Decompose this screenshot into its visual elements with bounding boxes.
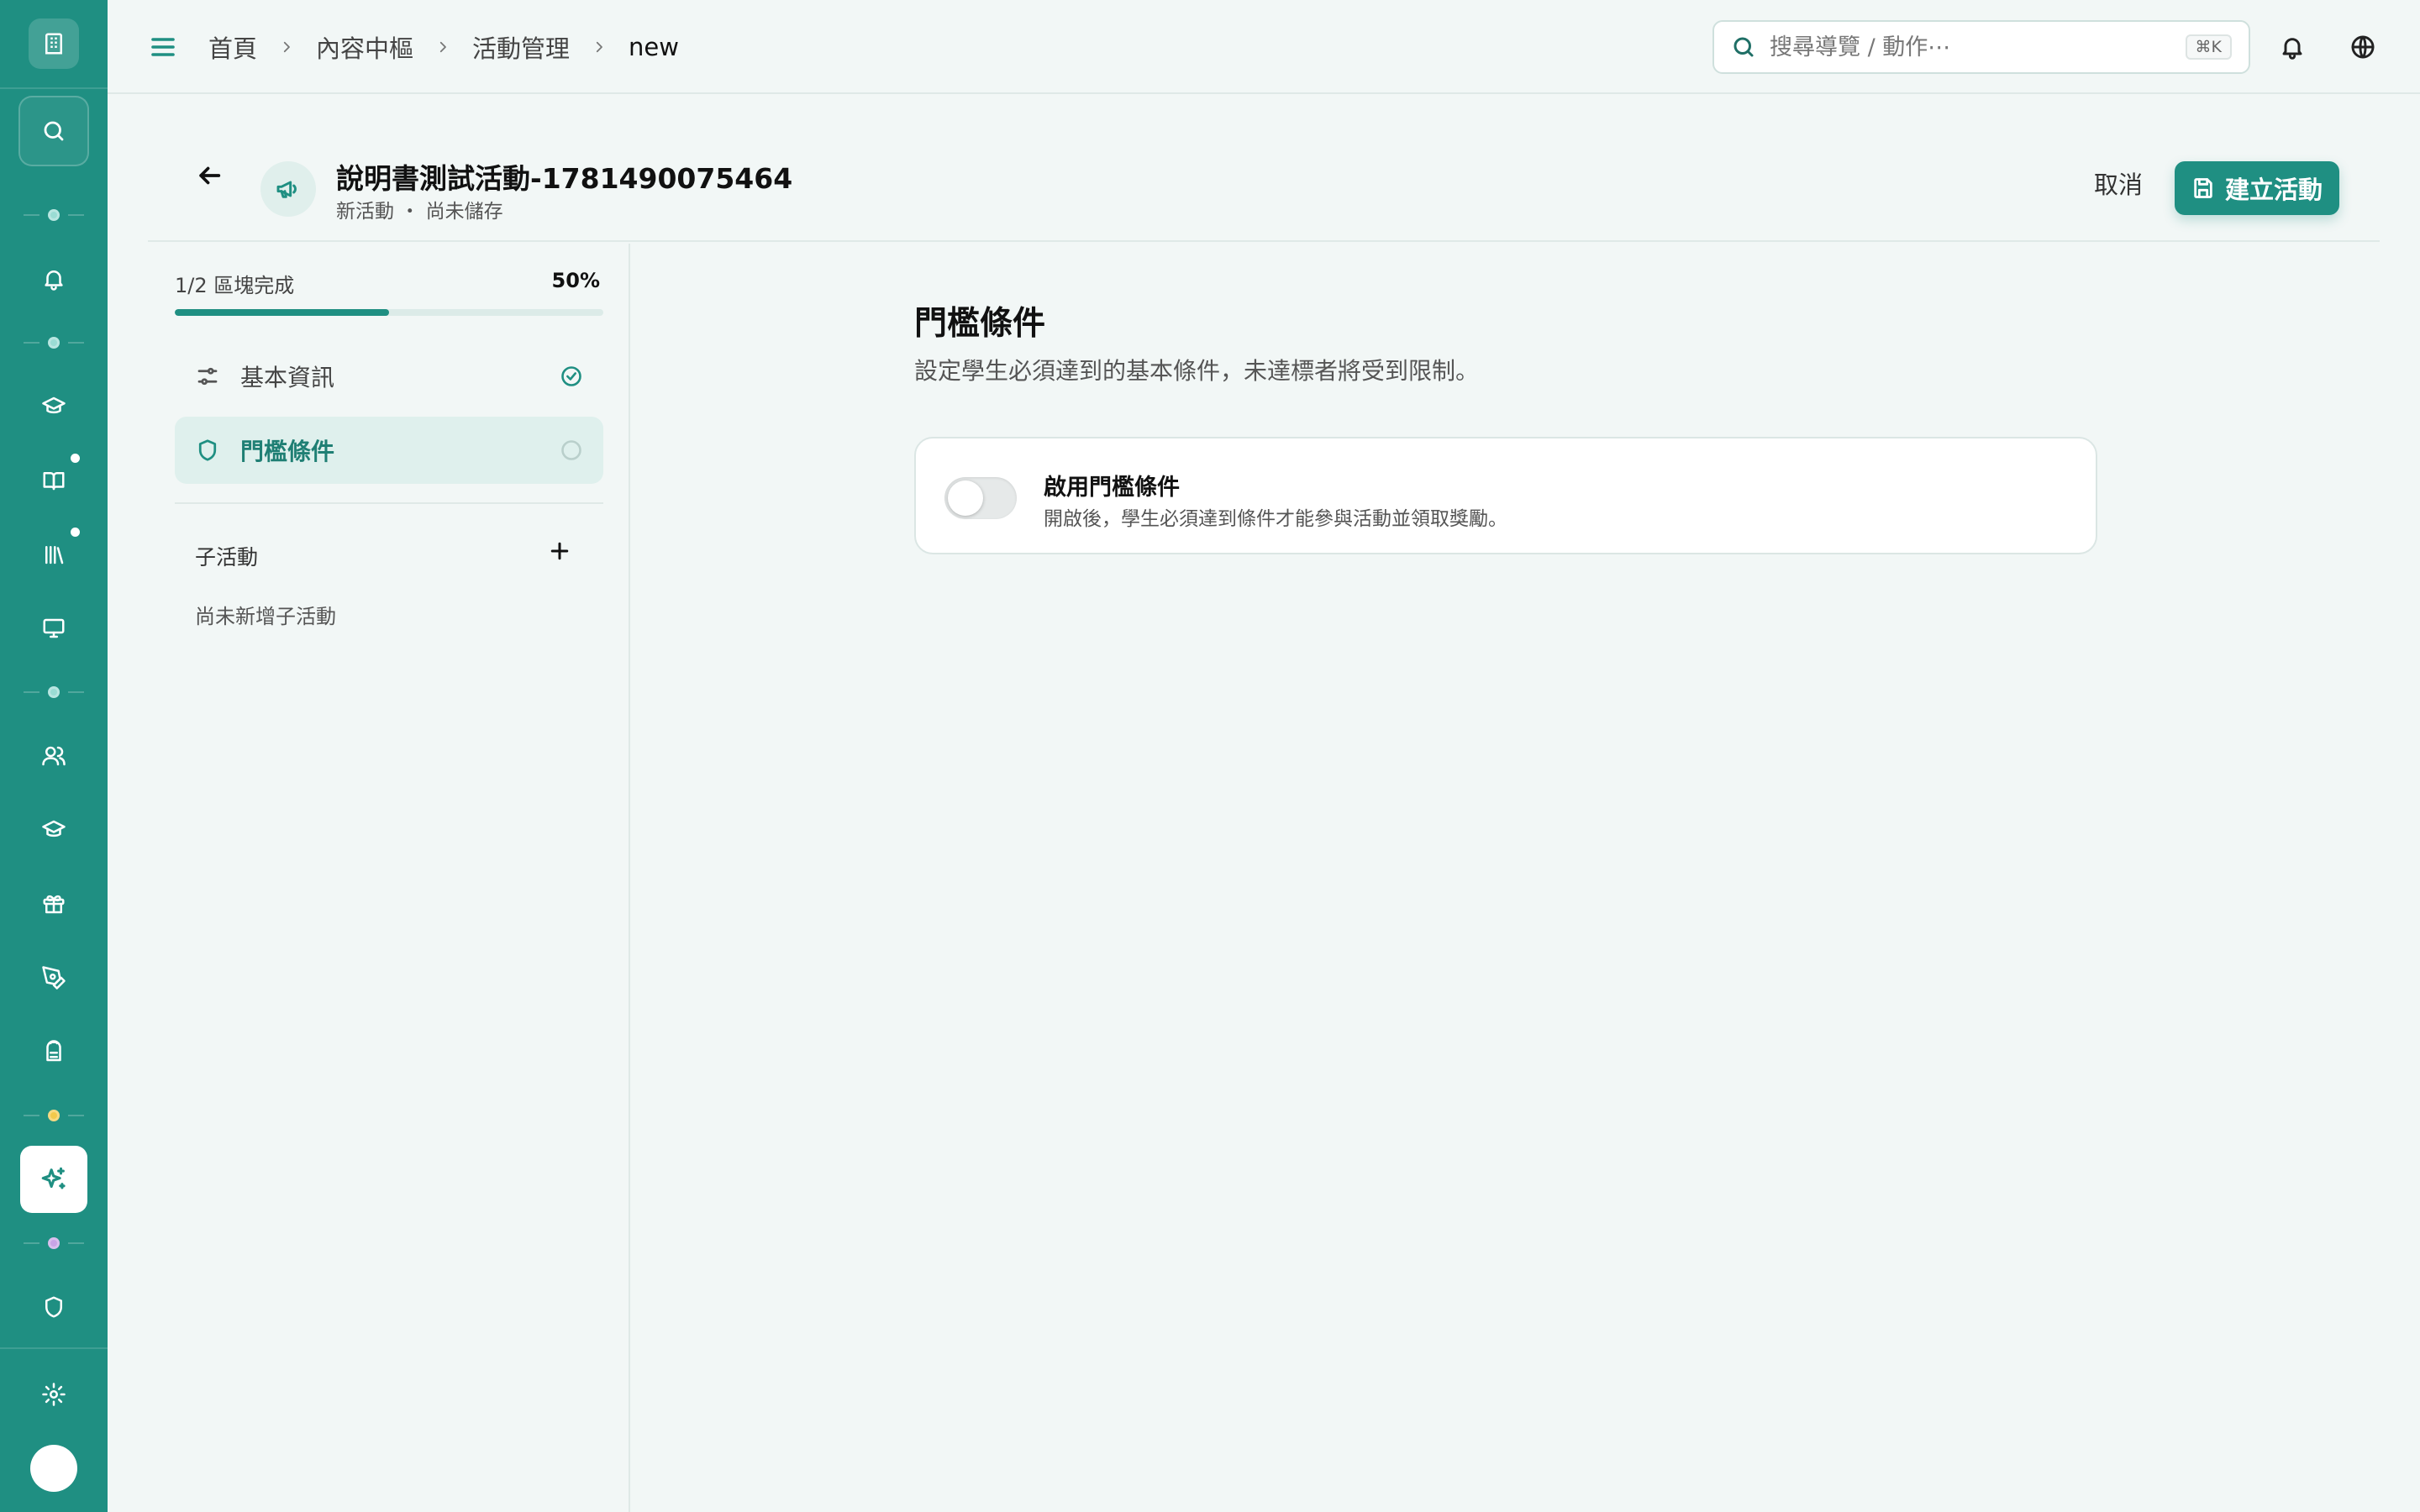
breadcrumb: 首頁 內容中樞 活動管理 new bbox=[208, 0, 679, 94]
enable-threshold-toggle[interactable] bbox=[944, 477, 1017, 519]
sparkles-icon[interactable] bbox=[20, 1146, 87, 1213]
progress-label: 1/2 區塊完成 bbox=[175, 274, 295, 297]
rail-divider bbox=[0, 87, 108, 89]
rail-separator bbox=[24, 685, 84, 699]
toggle-label: 啟用門檻條件 bbox=[1044, 475, 1180, 501]
section-panel: 1/2 區塊完成 50% 基本資訊 門檻條件 子活動 尚未新增子活動 bbox=[148, 244, 630, 1512]
section-description: 設定學生必須達到的基本條件，未達標者將受到限制。 bbox=[914, 357, 1480, 385]
add-sub-activity-button[interactable] bbox=[543, 534, 576, 568]
menu-icon[interactable] bbox=[148, 32, 178, 62]
section-item-label: 門檻條件 bbox=[240, 438, 335, 465]
book-open-icon[interactable] bbox=[0, 464, 108, 497]
pen-tool-icon[interactable] bbox=[0, 961, 108, 995]
users-icon[interactable] bbox=[0, 739, 108, 773]
toggle-knob bbox=[948, 480, 983, 516]
page-header: 說明書測試活動-1781490075464 新活動 ・ 尚未儲存 取消 建立活動 bbox=[148, 94, 2380, 242]
rail-separator bbox=[24, 1236, 84, 1250]
page-title: 說明書測試活動-1781490075464 bbox=[336, 162, 793, 195]
sub-activities-empty-text: 尚未新增子活動 bbox=[195, 605, 336, 628]
megaphone-icon bbox=[260, 161, 316, 217]
rail-separator bbox=[24, 336, 84, 349]
plus-icon bbox=[550, 542, 569, 560]
section-title: 門檻條件 bbox=[914, 305, 1046, 343]
avatar[interactable] bbox=[30, 1445, 77, 1492]
monitor-icon[interactable] bbox=[0, 612, 108, 645]
library-icon[interactable] bbox=[0, 538, 108, 571]
section-item-threshold[interactable]: 門檻條件 bbox=[175, 417, 603, 484]
rail-separator bbox=[24, 1109, 84, 1122]
save-icon bbox=[2194, 178, 2212, 198]
shield-icon[interactable] bbox=[0, 1290, 108, 1324]
progress-fill bbox=[175, 309, 389, 316]
bell-icon[interactable] bbox=[0, 262, 108, 296]
progress-percent: 50% bbox=[551, 269, 600, 292]
progress-bar bbox=[175, 309, 603, 316]
section-item-label: 基本資訊 bbox=[240, 364, 335, 391]
sub-activities-heading: 子活動 bbox=[195, 545, 259, 570]
section-item-basic-info[interactable]: 基本資訊 bbox=[175, 343, 603, 410]
rail-divider bbox=[0, 1347, 108, 1349]
shortcut-badge: ⌘K bbox=[2185, 34, 2232, 60]
chevron-right-icon bbox=[435, 39, 450, 55]
breadcrumb-item[interactable]: 內容中樞 bbox=[316, 29, 413, 65]
backpack-icon[interactable] bbox=[0, 1035, 108, 1068]
chevron-right-icon bbox=[279, 39, 294, 55]
top-bar: 首頁 內容中樞 活動管理 new ⌘K bbox=[108, 0, 2420, 94]
breadcrumb-current: new bbox=[629, 33, 679, 61]
bell-icon[interactable] bbox=[2274, 29, 2311, 66]
building-icon[interactable] bbox=[29, 18, 79, 69]
rail-separator bbox=[24, 208, 84, 222]
gift-icon[interactable] bbox=[0, 887, 108, 921]
create-activity-label: 建立活動 bbox=[2224, 176, 2323, 204]
back-arrow-icon[interactable] bbox=[195, 161, 229, 195]
breadcrumb-item[interactable]: 首頁 bbox=[208, 29, 257, 65]
search-icon[interactable] bbox=[18, 96, 89, 166]
graduation-cap-icon[interactable] bbox=[0, 813, 108, 847]
check-circle-icon bbox=[560, 365, 583, 388]
empty-circle-icon bbox=[560, 438, 583, 462]
page-subtitle: 新活動 ・ 尚未儲存 bbox=[336, 201, 503, 223]
graduation-cap-icon[interactable] bbox=[0, 390, 108, 423]
search-input[interactable] bbox=[1770, 34, 2186, 60]
global-search[interactable]: ⌘K bbox=[1712, 20, 2250, 74]
left-rail bbox=[0, 0, 108, 1512]
breadcrumb-item[interactable]: 活動管理 bbox=[472, 29, 570, 65]
cancel-button[interactable]: 取消 bbox=[2086, 160, 2151, 207]
shield-icon bbox=[195, 438, 220, 463]
toggle-description: 開啟後，學生必須達到條件才能參與活動並領取獎勵。 bbox=[1044, 508, 1507, 530]
search-icon bbox=[1733, 37, 1754, 57]
notification-dot bbox=[71, 528, 80, 537]
notification-dot bbox=[71, 454, 80, 463]
panel-divider bbox=[175, 502, 603, 504]
globe-icon[interactable] bbox=[2344, 29, 2381, 66]
create-activity-button[interactable]: 建立活動 bbox=[2175, 161, 2339, 215]
sliders-icon bbox=[195, 364, 220, 389]
threshold-toggle-card: 啟用門檻條件 開啟後，學生必須達到條件才能參與活動並領取獎勵。 bbox=[914, 437, 2097, 554]
chevron-right-icon bbox=[592, 39, 607, 55]
gear-icon[interactable] bbox=[0, 1378, 108, 1411]
